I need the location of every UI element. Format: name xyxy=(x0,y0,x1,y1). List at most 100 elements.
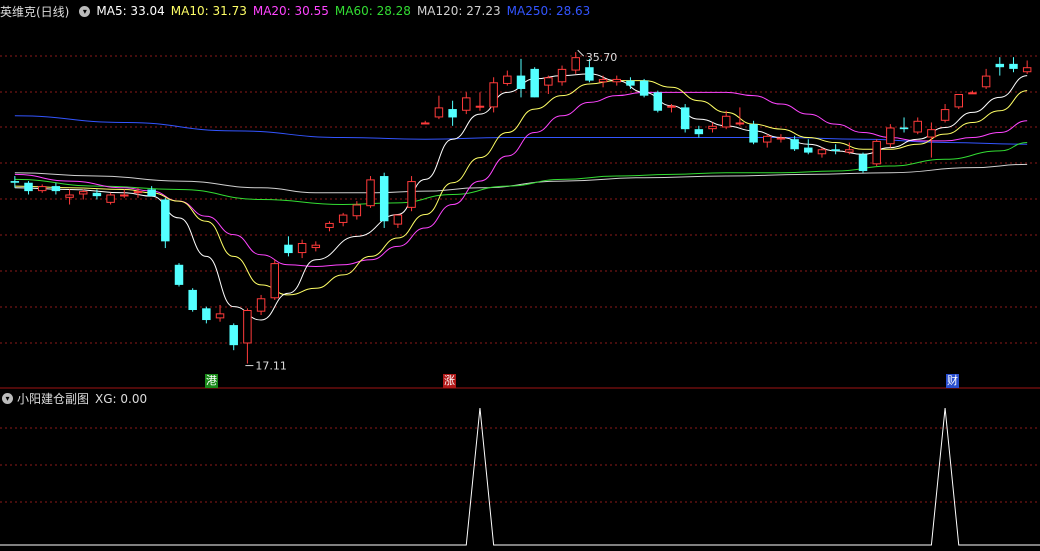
ma20-label: MA20: 30.55 xyxy=(252,4,329,18)
candle xyxy=(462,92,471,115)
ma10-label: MA10: 31.73 xyxy=(170,4,247,18)
tag-up[interactable]: 涨 xyxy=(443,374,456,388)
candle-body xyxy=(735,122,745,125)
candle xyxy=(215,304,225,322)
moving-average-lines xyxy=(14,73,1028,321)
candle-body xyxy=(721,115,731,128)
candle xyxy=(270,259,280,300)
candle-body xyxy=(557,68,567,83)
candle-body xyxy=(325,222,334,228)
sub-panel-header: ▾ 小阳建仓副图 XG: 0.00 xyxy=(2,390,147,407)
tag-hk[interactable]: 港 xyxy=(205,374,218,388)
candle-body xyxy=(188,289,197,310)
candle xyxy=(913,117,922,135)
candle-body xyxy=(407,181,416,208)
ma120-label: MA120: 27.23 xyxy=(416,4,501,18)
candle xyxy=(256,294,266,316)
candle-body xyxy=(229,325,238,346)
candle xyxy=(161,197,170,249)
main-chart: 35.70 17.11 xyxy=(0,49,1040,546)
candle xyxy=(954,94,964,110)
candle xyxy=(639,78,649,98)
xg-signal-path xyxy=(0,407,1040,546)
candle-body xyxy=(968,92,977,95)
candle-body xyxy=(120,194,129,197)
candle-body xyxy=(940,109,950,121)
candle xyxy=(338,212,348,227)
ma10-line xyxy=(14,80,1028,296)
candle xyxy=(120,189,129,198)
sub-panel-grid xyxy=(0,427,1040,503)
candle-body xyxy=(462,97,471,111)
tag-finance[interactable]: 财 xyxy=(946,374,959,388)
candle-body xyxy=(37,186,47,192)
candle-body xyxy=(475,105,485,108)
candle-body xyxy=(516,75,526,89)
ma120-line xyxy=(14,163,1028,194)
candle xyxy=(106,192,115,205)
candle xyxy=(78,189,88,200)
candle xyxy=(475,92,485,111)
candle xyxy=(393,214,403,228)
candle xyxy=(544,75,553,94)
candle-body xyxy=(106,194,115,203)
candlesticks xyxy=(10,52,1032,364)
candle xyxy=(297,239,307,259)
candle-body xyxy=(147,189,156,197)
candle-body xyxy=(297,243,307,254)
candle xyxy=(927,122,936,158)
candle xyxy=(434,95,444,120)
candle-body xyxy=(51,186,61,192)
candle-body xyxy=(626,80,635,86)
candle xyxy=(37,184,47,193)
candle-body xyxy=(817,149,827,155)
candle-body xyxy=(694,129,704,135)
candle xyxy=(530,67,539,98)
candle-body xyxy=(243,310,252,344)
candle xyxy=(379,172,389,228)
candle xyxy=(366,176,375,208)
candle xyxy=(762,134,772,148)
candle-body xyxy=(790,139,799,150)
candle-body xyxy=(667,105,676,108)
candle-body xyxy=(256,298,266,312)
candle xyxy=(174,263,184,287)
candle-body xyxy=(338,214,348,223)
settings-circle-icon[interactable]: ▾ xyxy=(79,5,91,17)
signal-line xyxy=(0,407,1040,546)
candle xyxy=(284,236,293,257)
candle xyxy=(516,58,526,98)
candle xyxy=(557,65,567,86)
candle-body xyxy=(1022,67,1032,73)
candle-body xyxy=(708,125,717,130)
candle-body xyxy=(872,140,881,165)
candle-body xyxy=(92,192,102,197)
sub-settings-circle-icon[interactable]: ▾ xyxy=(2,393,13,404)
candle xyxy=(694,125,704,138)
high-pointer xyxy=(577,49,585,57)
ma60-label: MA60: 28.28 xyxy=(334,4,411,18)
candle xyxy=(24,181,33,195)
candle xyxy=(65,189,74,205)
candle xyxy=(598,75,608,88)
low-price-label: 17.11 xyxy=(255,360,287,373)
candle xyxy=(325,221,334,232)
candle-body xyxy=(585,67,594,81)
candle xyxy=(653,90,663,113)
candle-body xyxy=(448,109,457,118)
candle-body xyxy=(215,313,225,319)
candle xyxy=(571,52,580,74)
candle xyxy=(311,241,321,252)
candle-body xyxy=(845,149,854,153)
candle xyxy=(407,176,416,212)
candle-body xyxy=(776,137,786,140)
candle-body xyxy=(78,191,88,195)
candle-body xyxy=(379,176,389,222)
candle-body xyxy=(420,122,430,125)
candle xyxy=(776,134,786,143)
candle xyxy=(420,120,430,125)
candle xyxy=(899,117,909,133)
candle-body xyxy=(598,78,608,83)
candle-body xyxy=(899,127,909,130)
candle xyxy=(229,323,238,351)
